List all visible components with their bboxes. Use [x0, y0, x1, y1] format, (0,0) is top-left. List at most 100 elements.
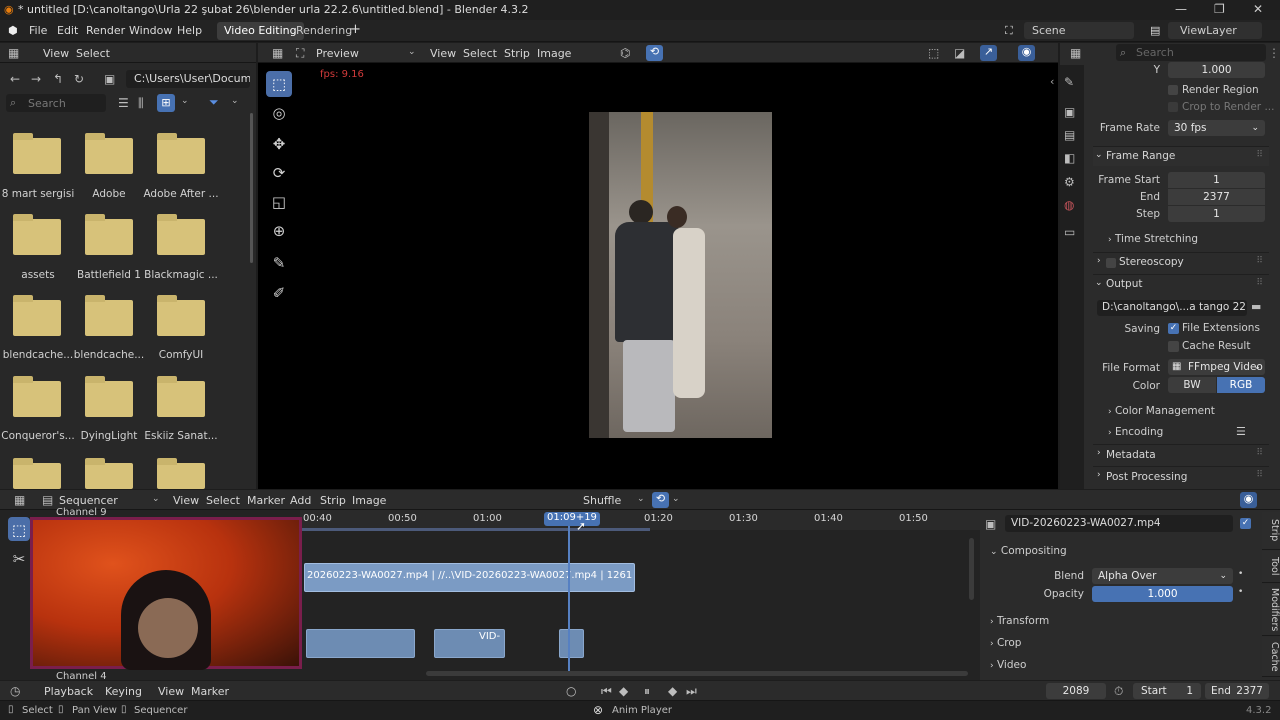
jump-end-icon[interactable]: ⏭ [686, 684, 697, 699]
video-clip[interactable] [306, 629, 415, 658]
editor-type-icon[interactable]: ▦ [8, 46, 19, 60]
encoding-section[interactable]: › Encoding [1108, 426, 1163, 438]
clock-icon[interactable]: ◷ [10, 684, 20, 698]
horizontal-scrollbar[interactable] [426, 671, 968, 676]
preview-menu-strip[interactable]: Strip [504, 47, 530, 60]
scene-tab-icon[interactable]: ⚙ [1064, 175, 1075, 189]
frame-range-section[interactable]: ⌄ Frame Range ⠿ [1093, 146, 1269, 166]
drag-handle-icon[interactable]: ⠿ [1256, 470, 1263, 480]
editor-type-icon[interactable]: ▦ [1070, 46, 1081, 60]
seq-menu-marker[interactable]: Marker [247, 494, 285, 507]
compositing-section[interactable]: ⌄ Compositing [990, 545, 1067, 557]
crop-section[interactable]: › Crop [990, 637, 1021, 649]
gizmo-icon[interactable]: ↗ [980, 45, 997, 61]
cancel-icon[interactable]: ⊗ [593, 703, 603, 717]
overlap-mode[interactable]: Shuffle [583, 494, 621, 507]
seq-menu-view[interactable]: View [173, 494, 199, 507]
color-rgb-button[interactable]: RGB [1217, 377, 1265, 393]
folder-icon[interactable] [157, 214, 205, 255]
chevron-down-icon[interactable]: ⌄ [231, 96, 239, 106]
chevron-down-icon[interactable]: ⌄ [152, 494, 160, 504]
back-icon[interactable]: ← [10, 72, 20, 86]
auto-keying-icon[interactable]: ○ [566, 684, 576, 698]
options-icon[interactable]: ⋮ [1268, 46, 1280, 60]
drag-handle-icon[interactable]: ⠿ [1256, 278, 1263, 288]
folder-icon[interactable] [13, 214, 61, 255]
blend-select[interactable]: Alpha Over ⌄ [1092, 568, 1233, 584]
video-clip[interactable] [559, 629, 584, 658]
file-format-select[interactable]: ▦ FFmpeg Video ⌄ [1168, 359, 1265, 375]
cache-result-checkbox[interactable] [1168, 341, 1179, 352]
folder-label[interactable]: DyingLight [71, 430, 147, 442]
keyframe-dot-icon[interactable]: • [1238, 569, 1243, 579]
scrollbar[interactable] [250, 113, 253, 263]
scale-tool[interactable]: ◱ [266, 189, 292, 215]
keyframe-dot-icon[interactable]: • [1238, 587, 1243, 597]
end-frame-field[interactable]: End 2377 [1205, 683, 1269, 699]
seq-menu-add[interactable]: Add [290, 494, 311, 507]
next-keyframe-icon[interactable]: ◆ [668, 684, 677, 698]
strip-enabled-checkbox[interactable]: ✓ [1240, 518, 1251, 529]
annotate-tool[interactable]: ✐ [266, 280, 292, 306]
preview-menu-select[interactable]: Select [463, 47, 497, 60]
seq-menu-strip[interactable]: Strip [320, 494, 346, 507]
folder-icon[interactable] [157, 458, 205, 489]
playhead[interactable] [568, 526, 570, 676]
channels-icon[interactable]: ◪ [954, 46, 965, 60]
color-bw-button[interactable]: BW [1168, 377, 1216, 393]
video-section[interactable]: › Video [990, 659, 1026, 671]
add-workspace-icon[interactable]: + [350, 22, 361, 37]
output-path-field[interactable]: D:\canoltango\...a tango 22.2.26 [1097, 300, 1247, 316]
folder-icon[interactable] [13, 376, 61, 417]
current-frame-field[interactable]: 2089 [1046, 683, 1106, 699]
refresh-icon[interactable]: ↻ [74, 72, 84, 86]
step-field[interactable]: 1 [1168, 206, 1265, 222]
video-clip[interactable]: VID- [434, 629, 505, 658]
folder-icon[interactable] [13, 133, 61, 174]
preview-menu-image[interactable]: Image [537, 47, 571, 60]
folder-label[interactable]: Battlefield 1 [71, 269, 147, 281]
fb-menu-view[interactable]: View [43, 47, 69, 60]
pivot-icon[interactable]: ⌬ [620, 46, 630, 60]
folder-label[interactable]: Blackmagic ... [143, 269, 219, 281]
menu-file[interactable]: File [29, 24, 47, 37]
video-strip[interactable]: 20260223-WA0027.mp4 | //..\VID-20260223-… [304, 563, 635, 592]
view-layer-selector[interactable]: ViewLayer [1168, 22, 1262, 39]
sample-tool[interactable]: ✎ [266, 250, 292, 276]
move-tool[interactable]: ✥ [266, 131, 292, 157]
folder-label[interactable]: Eskiiz Sanat... [143, 430, 219, 442]
transform-tool[interactable]: ⊕ [266, 218, 292, 244]
folder-icon[interactable] [85, 214, 133, 255]
collection-tab-icon[interactable]: ▭ [1064, 225, 1075, 239]
overlay-icon[interactable]: ◉ [1018, 45, 1035, 61]
folder-label[interactable]: Adobe After ... [143, 188, 219, 200]
file-extensions-checkbox[interactable]: ✓ [1168, 323, 1179, 334]
select-box-tool[interactable]: ⬚ [266, 71, 292, 97]
metadata-section[interactable]: › Metadata ⠿ [1093, 444, 1269, 464]
world-tab-icon[interactable]: ◍ [1064, 198, 1074, 212]
folder-icon[interactable] [85, 458, 133, 489]
drag-handle-icon[interactable]: ⠿ [1256, 150, 1263, 160]
tl-menu-marker[interactable]: Marker [191, 685, 229, 698]
folder-label[interactable]: Adobe [71, 188, 147, 200]
crop-checkbox[interactable] [1168, 102, 1178, 112]
folder-browse-icon[interactable]: ▬ [1251, 300, 1261, 313]
parent-dir-icon[interactable]: ↰ [53, 72, 63, 86]
start-frame-field[interactable]: Start 1 [1133, 683, 1201, 699]
menu-window[interactable]: Window [129, 24, 172, 37]
color-management-section[interactable]: › Color Management [1108, 405, 1215, 417]
presets-icon[interactable]: ☰ [1236, 425, 1246, 438]
folder-icon[interactable] [85, 376, 133, 417]
preview-mode[interactable]: Preview [316, 47, 359, 60]
render-tab-icon[interactable]: ▣ [1064, 105, 1075, 119]
tool-tab-icon[interactable]: ✎ [1064, 75, 1074, 89]
menu-edit[interactable]: Edit [57, 24, 78, 37]
cursor-tool[interactable]: ◎ [266, 100, 292, 126]
tl-menu-view[interactable]: View [158, 685, 184, 698]
folder-label[interactable]: 8 mart sergisi [0, 188, 76, 200]
folder-label[interactable]: assets [0, 269, 76, 281]
filter-icon[interactable]: ⏷ [209, 95, 219, 110]
chevron-down-icon[interactable]: ⌄ [181, 96, 189, 106]
frame-start-field[interactable]: 1 [1168, 172, 1265, 188]
rotate-tool[interactable]: ⟳ [266, 160, 292, 186]
